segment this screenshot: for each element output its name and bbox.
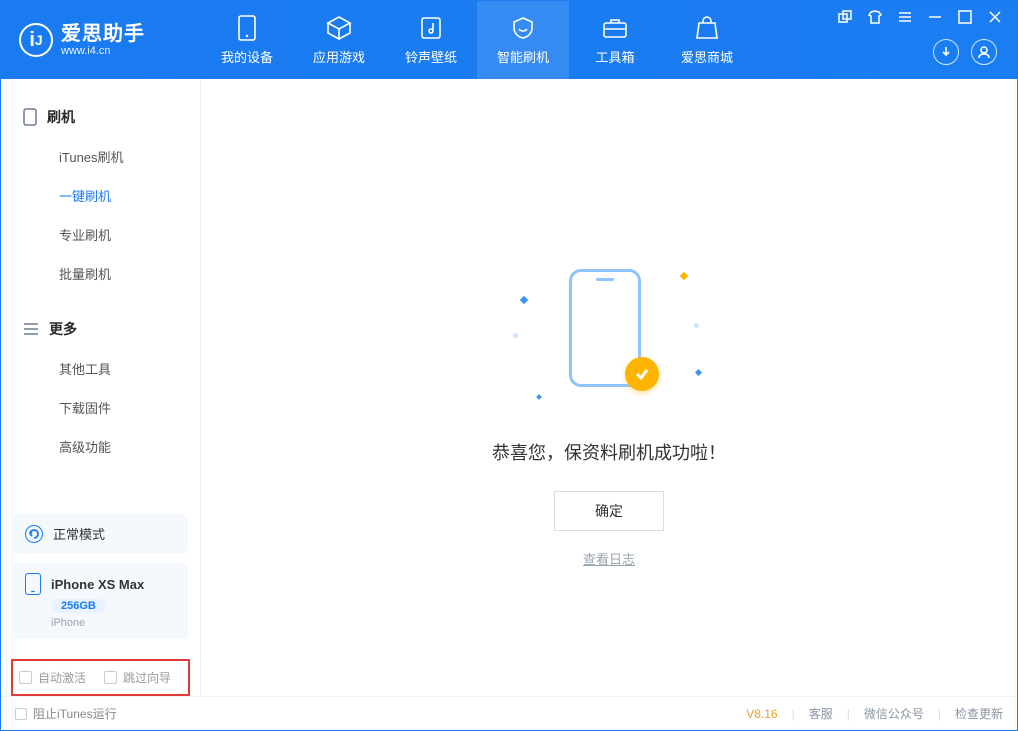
mode-card[interactable]: 正常模式	[13, 514, 188, 553]
close-icon[interactable]	[987, 9, 1003, 25]
skip-guide-checkbox[interactable]: 跳过向导	[104, 669, 171, 686]
device-capacity: 256GB	[51, 599, 106, 613]
nav-smart-flash[interactable]: 智能刷机	[477, 1, 569, 79]
checkmark-icon	[625, 357, 659, 391]
nav-label: 应用游戏	[313, 47, 365, 66]
nav-label: 爱思商城	[681, 47, 733, 66]
checkbox-label: 跳过向导	[123, 669, 171, 686]
logo-icon: iJ	[19, 23, 53, 57]
toolbox-icon	[602, 15, 628, 41]
minimize-icon[interactable]	[927, 9, 943, 25]
app-window: iJ 爱思助手 www.i4.cn 我的设备 应用游戏 铃声壁纸 智能刷机	[0, 0, 1018, 731]
main-content: 恭喜您，保资料刷机成功啦！ 确定 查看日志	[201, 79, 1017, 696]
app-url: www.i4.cn	[61, 45, 145, 57]
sidebar-item-batch-flash[interactable]: 批量刷机	[1, 254, 200, 293]
sidebar-item-other-tools[interactable]: 其他工具	[1, 349, 200, 388]
skin-icon[interactable]	[867, 9, 883, 25]
body: 刷机 iTunes刷机 一键刷机 专业刷机 批量刷机 更多 其他工具 下载固件 …	[1, 79, 1017, 696]
sidebar-item-pro-flash[interactable]: 专业刷机	[1, 215, 200, 254]
auto-activate-checkbox[interactable]: 自动激活	[19, 669, 86, 686]
sidebar-item-download-fw[interactable]: 下载固件	[1, 388, 200, 427]
sidebar-item-itunes-flash[interactable]: iTunes刷机	[1, 137, 200, 176]
nav-store[interactable]: 爱思商城	[661, 1, 753, 79]
menu-icon	[23, 322, 39, 336]
checkbox-icon	[104, 671, 117, 684]
sidebar-group-more: 更多	[1, 309, 200, 349]
statusbar: 阻止iTunes运行 V8.16 | 客服 | 微信公众号 | 检查更新	[1, 696, 1017, 730]
sidebar-item-oneclick-flash[interactable]: 一键刷机	[1, 176, 200, 215]
version-label: V8.16	[746, 707, 777, 721]
nav-label: 我的设备	[221, 47, 273, 66]
feedback-icon[interactable]	[837, 9, 853, 25]
success-illustration	[549, 269, 669, 409]
download-icon[interactable]	[933, 39, 959, 65]
mode-label: 正常模式	[53, 524, 105, 543]
checkbox-label: 阻止iTunes运行	[33, 705, 117, 722]
sidebar-item-advanced[interactable]: 高级功能	[1, 427, 200, 466]
top-nav: 我的设备 应用游戏 铃声壁纸 智能刷机 工具箱 爱思商城	[201, 1, 753, 79]
device-type: iPhone	[51, 617, 85, 629]
checkbox-icon	[15, 708, 27, 720]
titlebar: iJ 爱思助手 www.i4.cn 我的设备 应用游戏 铃声壁纸 智能刷机	[1, 1, 1017, 79]
sidebar-group-title: 更多	[49, 319, 77, 339]
note-icon	[418, 15, 444, 41]
menu-icon[interactable]	[897, 9, 913, 25]
option-checks-highlight: 自动激活 跳过向导	[11, 659, 190, 696]
nav-my-device[interactable]: 我的设备	[201, 1, 293, 79]
nav-ringtones[interactable]: 铃声壁纸	[385, 1, 477, 79]
wechat-link[interactable]: 微信公众号	[864, 705, 924, 722]
nav-toolbox[interactable]: 工具箱	[569, 1, 661, 79]
logo: iJ 爱思助手 www.i4.cn	[1, 1, 201, 79]
user-icon[interactable]	[971, 39, 997, 65]
checkbox-label: 自动激活	[38, 669, 86, 686]
sidebar-group-title: 刷机	[47, 107, 75, 127]
success-message: 恭喜您，保资料刷机成功啦！	[492, 439, 726, 465]
nav-label: 工具箱	[595, 47, 634, 66]
checkbox-icon	[19, 671, 32, 684]
phone-icon	[23, 108, 37, 126]
maximize-icon[interactable]	[957, 9, 973, 25]
phone-icon	[25, 573, 41, 595]
device-name: iPhone XS Max	[51, 577, 144, 592]
support-link[interactable]: 客服	[809, 705, 833, 722]
block-itunes-checkbox[interactable]: 阻止iTunes运行	[15, 705, 117, 722]
sidebar: 刷机 iTunes刷机 一键刷机 专业刷机 批量刷机 更多 其他工具 下载固件 …	[1, 79, 201, 696]
shield-icon	[510, 15, 536, 41]
app-name: 爱思助手	[61, 23, 145, 45]
mode-icon	[25, 525, 43, 543]
nav-label: 铃声壁纸	[405, 47, 457, 66]
sidebar-group-flash: 刷机	[1, 97, 200, 137]
nav-label: 智能刷机	[497, 47, 549, 66]
device-icon	[234, 15, 260, 41]
bag-icon	[694, 15, 720, 41]
window-controls	[837, 9, 1003, 25]
device-card[interactable]: iPhone XS Max 256GB iPhone	[13, 563, 188, 639]
check-update-link[interactable]: 检查更新	[955, 705, 1003, 722]
cube-icon	[326, 15, 352, 41]
ok-button[interactable]: 确定	[554, 491, 664, 531]
nav-apps-games[interactable]: 应用游戏	[293, 1, 385, 79]
view-log-link[interactable]: 查看日志	[583, 549, 635, 568]
